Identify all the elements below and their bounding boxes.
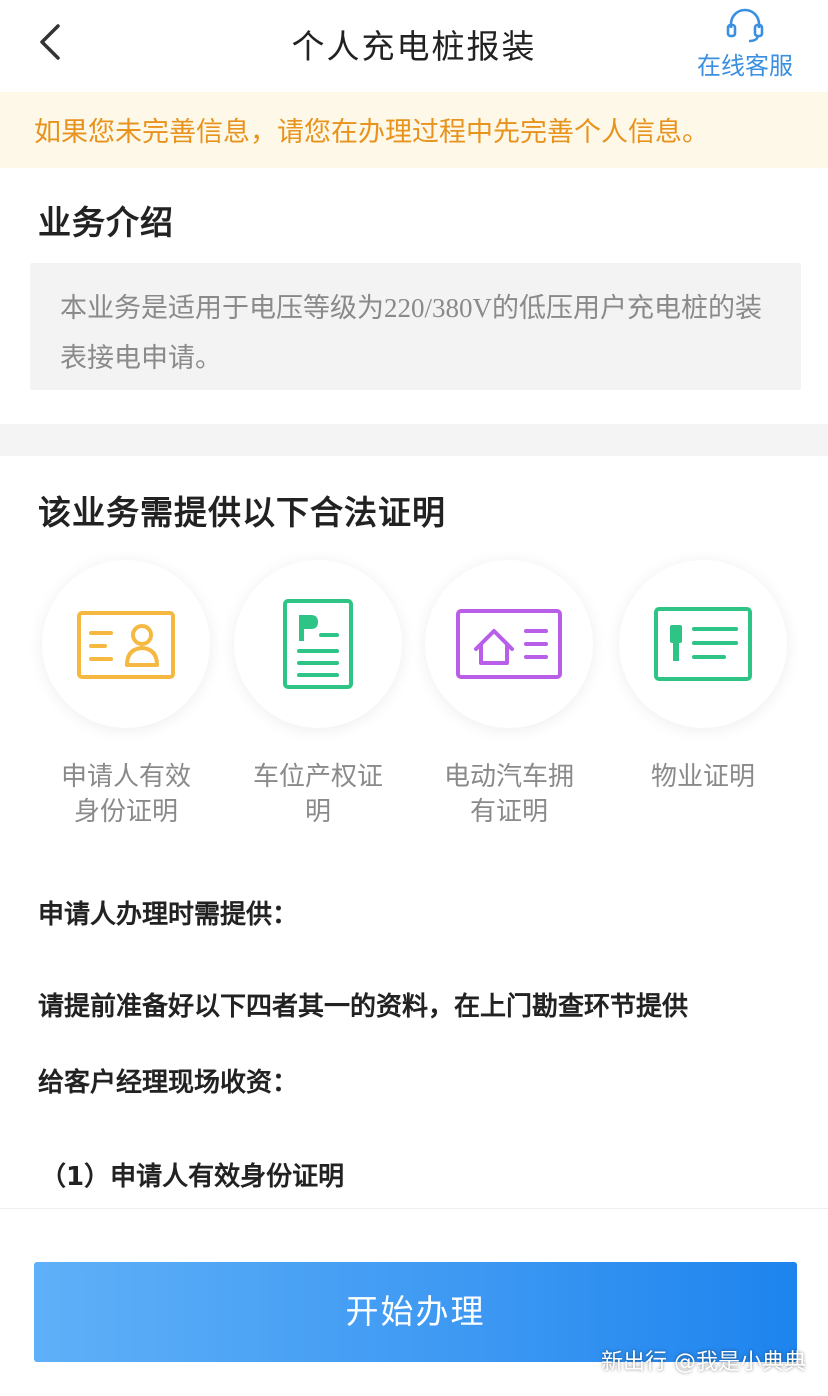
doc-icon-circle bbox=[42, 560, 210, 728]
requirements-item-1: （1）申请人有效身份证明 bbox=[40, 1162, 345, 1192]
doc-item-id[interactable]: 申请人有效身份证明 bbox=[31, 560, 221, 830]
parking-certificate-icon bbox=[283, 599, 353, 689]
app-header: 个人充电桩报装 在线客服 bbox=[0, 0, 828, 92]
doc-icon-circle bbox=[425, 560, 593, 728]
requirements-heading: 申请人办理时需提供： bbox=[38, 900, 299, 930]
doc-item-vehicle[interactable]: 电动汽车拥有证明 bbox=[414, 560, 604, 830]
watermark: 新出行 @我是小典典 bbox=[601, 1350, 806, 1375]
doc-icon-circle bbox=[619, 560, 787, 728]
property-certificate-icon bbox=[654, 607, 752, 681]
doc-label-property: 物业证明 bbox=[650, 762, 755, 792]
notice-bar: 如果您未完善信息，请您在办理过程中先完善个人信息。 bbox=[0, 92, 828, 168]
headset-icon bbox=[726, 8, 764, 43]
notice-text: 如果您未完善信息，请您在办理过程中先完善个人信息。 bbox=[34, 117, 709, 148]
house-certificate-icon bbox=[456, 609, 562, 679]
intro-text: 本业务是适用于电压等级为220/380V的低压用户充电桩的装表接电申请。 bbox=[30, 263, 801, 390]
doc-icon-circle bbox=[234, 560, 402, 728]
doc-item-parking[interactable]: 车位产权证明 bbox=[223, 560, 413, 830]
doc-item-property[interactable]: 物业证明 bbox=[608, 560, 798, 795]
requirements-line-1: 请提前准备好以下四者其一的资料，在上门勘查环节提供 bbox=[38, 992, 689, 1022]
requirements-line-2: 给客户经理现场收资： bbox=[38, 1068, 299, 1098]
id-card-icon bbox=[77, 611, 175, 679]
online-service-button[interactable]: 在线客服 bbox=[690, 8, 800, 84]
online-service-label: 在线客服 bbox=[697, 52, 793, 80]
doc-label-vehicle: 电动汽车拥有证明 bbox=[443, 762, 574, 827]
doc-label-id: 申请人有效身份证明 bbox=[60, 762, 191, 827]
documents-title: 该业务需提供以下合法证明 bbox=[38, 493, 446, 532]
documents-grid: 申请人有效身份证明 车位产权证明 电动汽车拥有证明 物业证明 bbox=[0, 560, 828, 840]
doc-label-parking: 车位产权证明 bbox=[252, 762, 383, 827]
section-divider bbox=[0, 424, 828, 456]
intro-title: 业务介绍 bbox=[38, 203, 174, 242]
